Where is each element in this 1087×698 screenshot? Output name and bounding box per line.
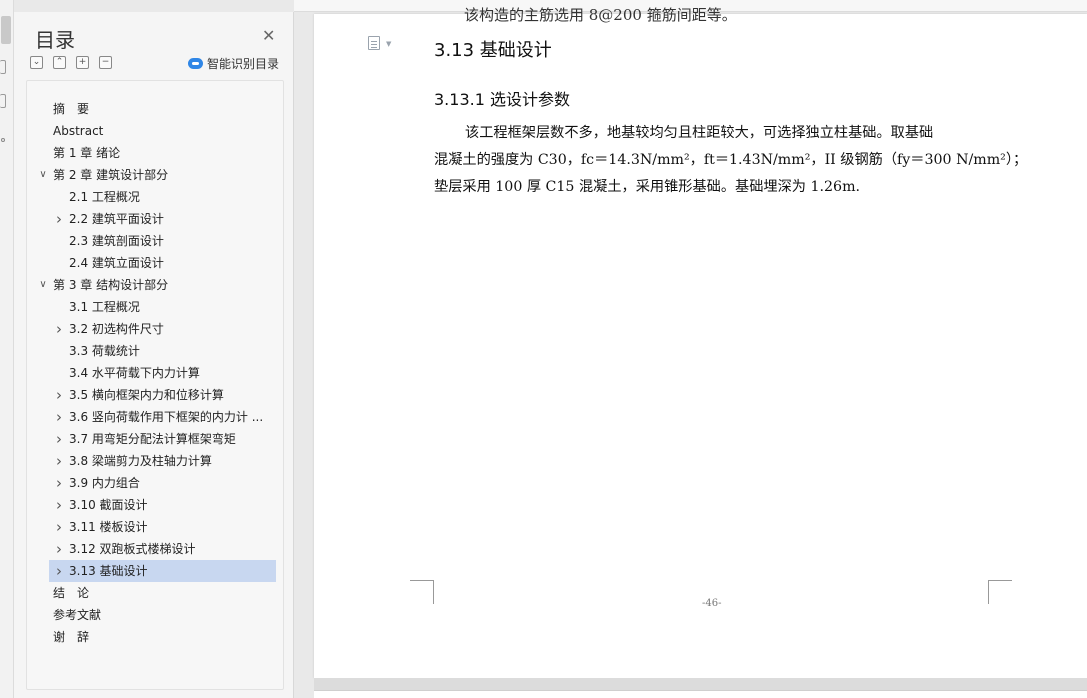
toc-item[interactable]: 谢 辞	[27, 626, 283, 648]
chevron-right-icon[interactable]: ›	[53, 538, 65, 560]
toc-item[interactable]: › 3.6 竖向荷载作用下框架的内力计 ...	[27, 406, 283, 428]
chevron-right-icon[interactable]: ›	[53, 428, 65, 450]
toc-item-label: 第 1 章 绪论	[53, 146, 121, 160]
toc-item[interactable]: 结 论	[27, 582, 283, 604]
chevron-up-icon[interactable]: ⌃	[53, 56, 66, 69]
toc-item-label: 2.4 建筑立面设计	[69, 256, 164, 270]
toc-item[interactable]: › 3.2 初选构件尺寸	[27, 318, 283, 340]
plus-icon[interactable]: +	[76, 56, 89, 69]
chevron-right-icon[interactable]: ›	[53, 472, 65, 494]
subsection-heading: 3.13.1 选设计参数	[434, 90, 570, 109]
toc-item-label: 摘 要	[53, 102, 90, 116]
margin-corner-left	[410, 580, 434, 604]
toc-item[interactable]: › 3.10 截面设计	[27, 494, 283, 516]
close-icon[interactable]: ✕	[262, 26, 275, 45]
chevron-down-icon[interactable]: ∨	[37, 274, 49, 296]
toc-item[interactable]: › 3.9 内力组合	[27, 472, 283, 494]
chevron-right-icon[interactable]: ›	[53, 450, 65, 472]
toc-item-label: 2.1 工程概况	[69, 190, 140, 204]
toc-item[interactable]: › 3.12 双跑板式楼梯设计	[27, 538, 283, 560]
margin-corner-right	[988, 580, 1012, 604]
toc-item[interactable]: 第 1 章 绪论	[27, 142, 283, 164]
toc-item[interactable]: › 3.11 楼板设计	[27, 516, 283, 538]
toc-tab-icon[interactable]	[1, 16, 11, 44]
toc-item-label: 3.12 双跑板式楼梯设计	[69, 542, 196, 556]
paragraph-line-2: 混凝土的强度为 C30，fc＝14.3N/mm²，ft＝1.43N/mm²，II…	[434, 152, 1028, 168]
toc-item-label: 3.10 截面设计	[69, 498, 148, 512]
body-paragraph: 该工程框架层数不多，地基较均匀且柱距较大，可选择独立柱基础。取基础 混凝土的强度…	[434, 120, 1028, 201]
bookmark-tab-icon[interactable]	[0, 60, 6, 74]
toc-item-label: 3.11 楼板设计	[69, 520, 148, 534]
chevron-right-icon[interactable]: ›	[53, 406, 65, 428]
page-number: -46-	[702, 598, 722, 609]
toc-item-label: 3.9 内力组合	[69, 476, 140, 490]
toc-item[interactable]: ∨ 第 2 章 建筑设计部分	[27, 164, 283, 186]
side-icon-strip	[0, 0, 14, 698]
toc-item[interactable]: 3.4 水平荷载下内力计算	[27, 362, 283, 384]
next-page-edge	[314, 690, 1087, 698]
toc-item[interactable]: 参考文献	[27, 604, 283, 626]
toc-item[interactable]: Abstract	[27, 120, 283, 142]
toc-item-label: 2.3 建筑剖面设计	[69, 234, 164, 248]
wps-writer-window: 目录 ✕ ⌄ ⌃ + − 智能识别目录 摘 要 Abstract 第 1 章 绪论 ∨…	[0, 0, 1087, 698]
cloud-icon	[188, 58, 203, 69]
smart-recognize-label: 智能识别目录	[207, 57, 280, 71]
toc-item-label: 3.1 工程概况	[69, 300, 140, 314]
paragraph-line-3: 垫层采用 100 厚 C15 混凝土，采用锥形基础。基础埋深为 1.26m.	[434, 179, 861, 195]
chevron-right-icon[interactable]: ›	[53, 384, 65, 406]
toc-item-label: 3.3 荷载统计	[69, 344, 140, 358]
toc-item-label: 3.13 基础设计	[69, 564, 148, 578]
chevron-right-icon[interactable]: ›	[53, 560, 65, 582]
toc-item[interactable]: ∨ 第 3 章 结构设计部分	[27, 274, 283, 296]
toc-item-label: 3.5 横向框架内力和位移计算	[69, 388, 224, 402]
chevron-down-icon[interactable]: ∨	[37, 164, 49, 186]
minus-icon[interactable]: −	[99, 56, 112, 69]
toc-toolbar: ⌄ ⌃ + −	[30, 56, 112, 69]
toc-item[interactable]: › 3.8 梁端剪力及柱轴力计算	[27, 450, 283, 472]
chevron-right-icon[interactable]: ›	[53, 318, 65, 340]
toc-item[interactable]: 3.3 荷载统计	[27, 340, 283, 362]
paragraph-line-1: 该工程框架层数不多，地基较均匀且柱距较大，可选择独立柱基础。取基础	[465, 125, 934, 141]
toc-item[interactable]: › 3.7 用弯矩分配法计算框架弯矩	[27, 428, 283, 450]
toc-item-label: 3.4 水平荷载下内力计算	[69, 366, 200, 380]
toc-item[interactable]: › 3.5 横向框架内力和位移计算	[27, 384, 283, 406]
toc-list: 摘 要 Abstract 第 1 章 绪论 ∨ 第 2 章 建筑设计部分 2.1 工程概况…	[26, 80, 284, 690]
toc-item-label: 3.2 初选构件尺寸	[69, 322, 164, 336]
toc-item[interactable]: 2.4 建筑立面设计	[27, 252, 283, 274]
toc-item-label: 参考文献	[53, 608, 102, 622]
chevron-right-icon[interactable]: ›	[53, 208, 65, 230]
toc-item[interactable]: 摘 要	[27, 98, 283, 120]
toc-title: 目录	[35, 28, 75, 52]
toc-item-label: 3.8 梁端剪力及柱轴力计算	[69, 454, 212, 468]
toc-item[interactable]: › 3.13 基础设计	[49, 560, 276, 582]
section-heading: 3.13 基础设计	[434, 40, 552, 61]
toc-item-label: 谢 辞	[53, 630, 90, 644]
toc-item[interactable]: 2.1 工程概况	[27, 186, 283, 208]
toc-item-label: 结 论	[53, 586, 90, 600]
toc-item[interactable]: 2.3 建筑剖面设计	[27, 230, 283, 252]
toc-item[interactable]: 3.1 工程概况	[27, 296, 283, 318]
previous-line-cut: 该构造的主筋选用 8@200 箍筋间距等。	[464, 6, 737, 24]
toc-item-label: 第 3 章 结构设计部分	[53, 278, 169, 292]
chevron-right-icon[interactable]: ›	[53, 516, 65, 538]
search-tab-icon[interactable]	[1, 138, 5, 142]
chevron-down-icon[interactable]: ⌄	[30, 56, 43, 69]
toc-item-label: 2.2 建筑平面设计	[69, 212, 164, 226]
toc-item-label: 3.7 用弯矩分配法计算框架弯矩	[69, 432, 236, 446]
toc-item-label: Abstract	[53, 124, 104, 138]
toc-item-label: 第 2 章 建筑设计部分	[53, 168, 169, 182]
toc-item[interactable]: › 2.2 建筑平面设计	[27, 208, 283, 230]
caret-down-icon[interactable]: ▼	[386, 40, 391, 48]
toc-item-label: 3.6 竖向荷载作用下框架的内力计 ...	[69, 410, 264, 424]
smart-recognize-toc-button[interactable]: 智能识别目录	[188, 55, 279, 72]
toc-panel: 目录 ✕ ⌄ ⌃ + − 智能识别目录 摘 要 Abstract 第 1 章 绪论 ∨…	[14, 12, 294, 698]
paragraph-doc-icon[interactable]	[368, 36, 380, 50]
document-page[interactable]: 该构造的主筋选用 8@200 箍筋间距等。 ▼ 3.13 基础设计 3.13.1…	[314, 6, 1087, 678]
chevron-right-icon[interactable]: ›	[53, 494, 65, 516]
chapter-tab-icon[interactable]	[0, 94, 6, 108]
